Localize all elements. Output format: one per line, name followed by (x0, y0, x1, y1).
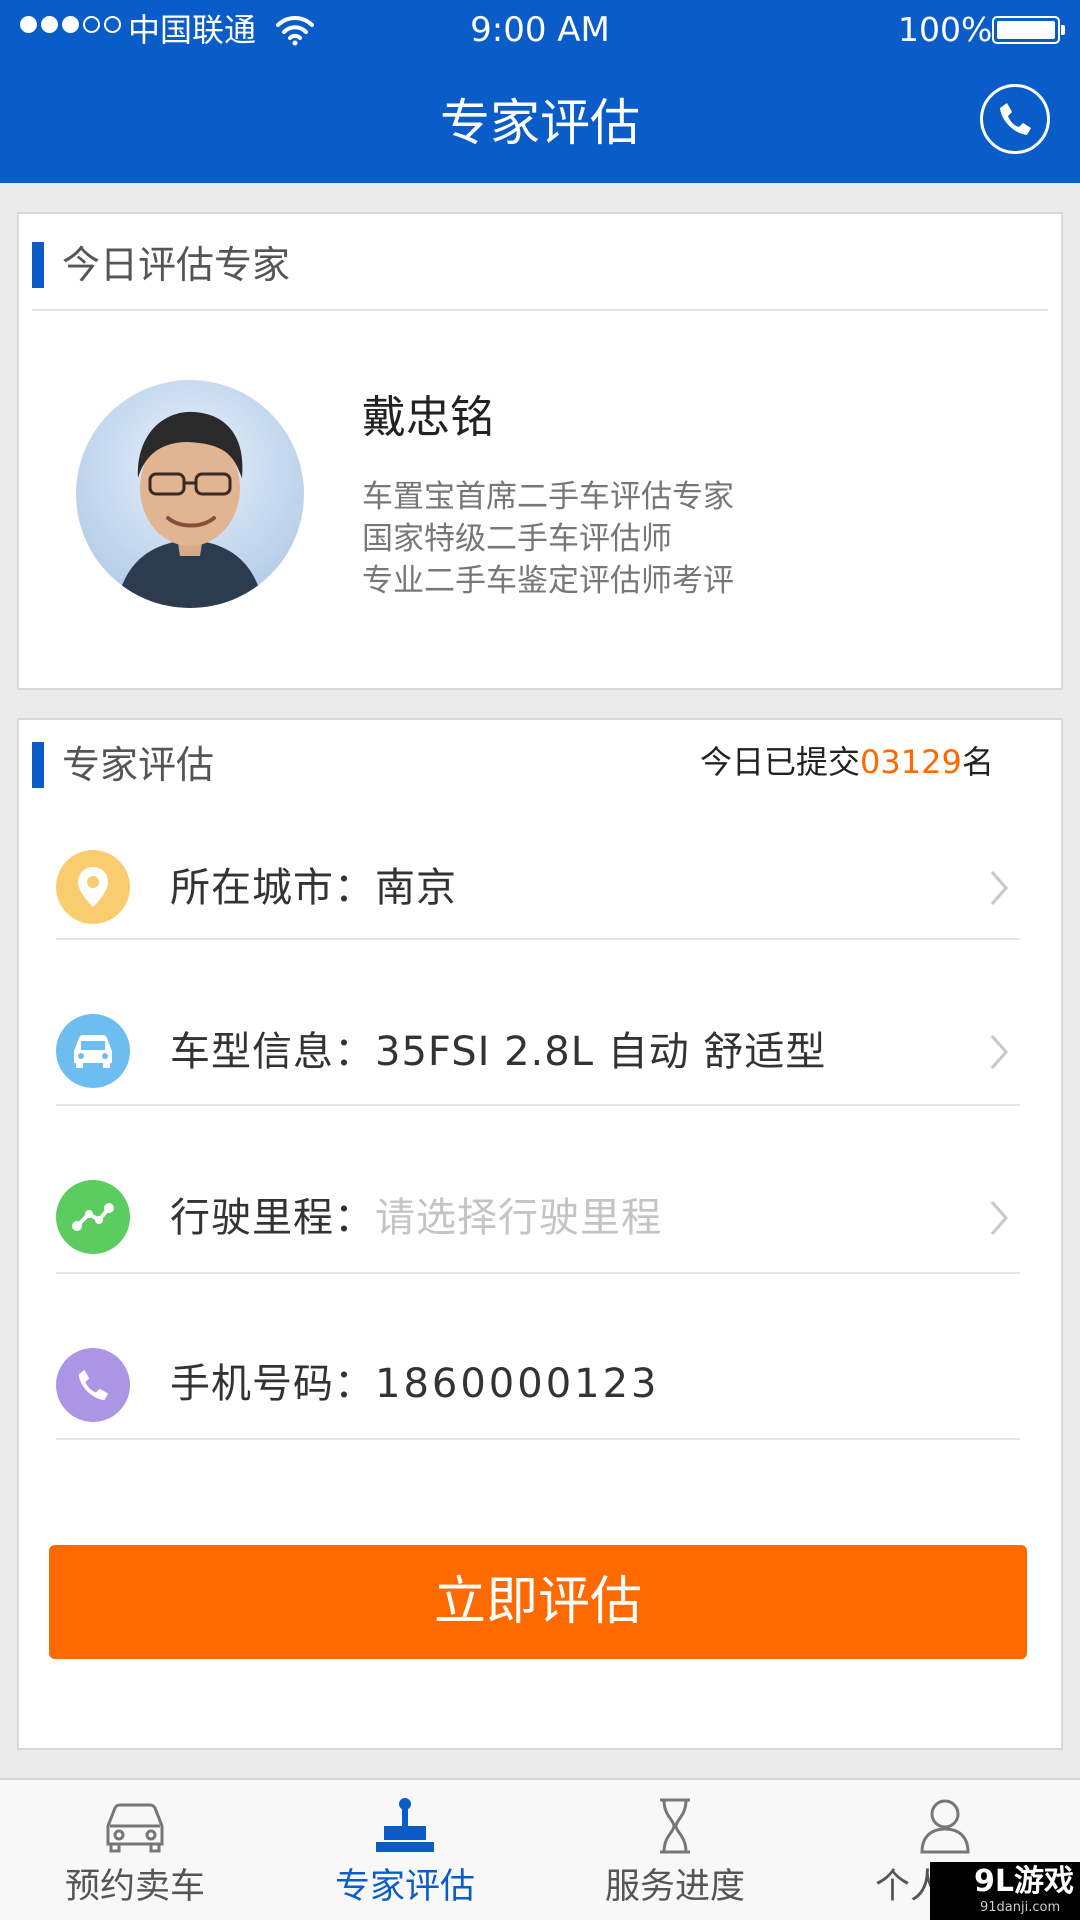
expert-title-line: 车置宝首席二手车评估专家 (362, 479, 734, 515)
row-divider (56, 1104, 1020, 1106)
chevron-right-icon (990, 1201, 1008, 1235)
section-indicator (32, 242, 44, 288)
submit-appraisal-button[interactable]: 立即评估 (49, 1545, 1027, 1659)
expert-avatar (76, 380, 304, 608)
phone-icon[interactable] (980, 84, 1050, 154)
tab-expert-appraisal[interactable]: 专家评估 (270, 1780, 540, 1920)
submission-count: 今日已提交03129名 (700, 743, 994, 781)
tab-book-sale[interactable]: 预约卖车 (0, 1780, 270, 1920)
appraisal-section-title: 专家评估 (62, 743, 215, 787)
hourglass-icon (660, 1798, 690, 1854)
chevron-right-icon (990, 871, 1008, 905)
chevron-right-icon (990, 1035, 1008, 1069)
tab-label: 预约卖车 (64, 1867, 205, 1907)
section-indicator (32, 742, 44, 788)
status-bar: 中国联通 9:00 AM 100% (0, 0, 1080, 60)
city-field: 所在城市：南京 (170, 865, 457, 911)
battery-percentage: 100% (898, 10, 993, 49)
battery-icon (992, 16, 1065, 44)
tab-service-progress[interactable]: 服务进度 (540, 1780, 810, 1920)
location-pin-icon (56, 850, 130, 924)
mileage-field: 行驶里程：请选择行驶里程 (170, 1195, 662, 1241)
row-divider (56, 1272, 1020, 1274)
route-icon (56, 1180, 130, 1254)
expert-title-line: 国家特级二手车评估师 (362, 521, 672, 557)
phone-icon (56, 1348, 130, 1422)
row-divider (56, 1438, 1020, 1440)
tab-label: 服务进度 (604, 1867, 745, 1907)
row-divider (56, 938, 1020, 940)
expert-title-line: 专业二手车鉴定评估师考评 (362, 563, 734, 599)
user-icon (920, 1799, 970, 1854)
phone-field: 手机号码：1860000123 (170, 1361, 660, 1407)
watermark-logo: 9L游戏 91danji.com (930, 1862, 1080, 1920)
appraisal-icon (376, 1798, 434, 1852)
car-icon (56, 1014, 130, 1088)
section-divider (32, 309, 1048, 311)
expert-name: 戴忠铭 (362, 392, 494, 443)
count-value: 03129 (860, 743, 962, 781)
car-model-field: 车型信息：35FSI 2.8L 自动 舒适型 (170, 1029, 827, 1075)
expert-section-title: 今日评估专家 (62, 243, 291, 287)
page-title: 专家评估 (440, 94, 640, 152)
car-outline-icon (106, 1803, 164, 1853)
tab-label: 专家评估 (334, 1867, 475, 1907)
